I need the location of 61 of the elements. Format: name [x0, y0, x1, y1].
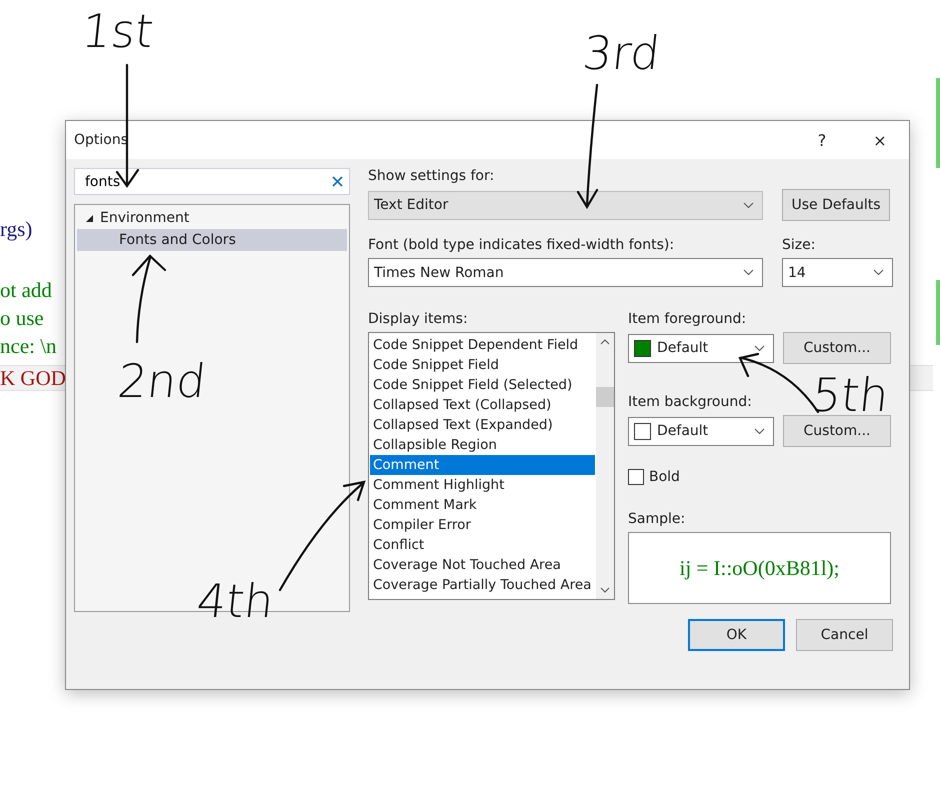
- code-text: nce: \n: [0, 334, 57, 358]
- list-item[interactable]: Comment Mark: [370, 495, 595, 515]
- code-text: K GOD: [0, 366, 66, 390]
- help-button[interactable]: ?: [793, 121, 851, 159]
- close-button[interactable]: ×: [851, 121, 909, 159]
- list-item[interactable]: Code Snippet Field: [370, 355, 595, 375]
- tree-item[interactable]: Environment: [77, 207, 347, 229]
- list-item[interactable]: Code Snippet Dependent Field: [370, 335, 595, 355]
- custom-button[interactable]: Custom...: [783, 332, 891, 364]
- list-item[interactable]: Code Snippet Field (Selected): [370, 375, 595, 395]
- chevron-down-icon: [743, 202, 754, 208]
- code-text: o use: [0, 306, 44, 330]
- list-item[interactable]: Collapsible Region: [370, 435, 595, 455]
- field-label: Item background:: [628, 394, 753, 410]
- size-dropdown[interactable]: 14: [782, 258, 893, 287]
- list-item[interactable]: Collapsed Text (Expanded): [370, 415, 595, 435]
- field-label: Item foreground:: [628, 311, 748, 327]
- list-item[interactable]: Comment: [370, 455, 595, 475]
- handwritten-label: 3rd: [580, 30, 662, 76]
- search-box[interactable]: fonts: [74, 168, 350, 195]
- checkbox-label: Bold: [649, 469, 680, 485]
- handwritten-label: 5th: [810, 372, 891, 418]
- list-item[interactable]: Coverage Partially Touched Area: [370, 575, 595, 595]
- sample-text: ij = I::oO(0xB81l);: [679, 556, 840, 580]
- expanded-triangle-icon[interactable]: [85, 214, 94, 222]
- list-item[interactable]: Comment Highlight: [370, 475, 595, 495]
- chevron-down-icon: [873, 269, 884, 276]
- chevron-down-icon: [754, 428, 765, 434]
- cancel-button[interactable]: Cancel: [796, 619, 893, 651]
- scroll-thumb[interactable]: [596, 387, 614, 407]
- field-label: Font (bold type indicates fixed-width fonts):: [368, 237, 676, 253]
- list-item[interactable]: Conflict: [370, 535, 595, 555]
- scroll-up-icon[interactable]: [600, 339, 610, 345]
- code-text: ot add: [0, 278, 52, 302]
- bold-checkbox[interactable]: [628, 469, 644, 485]
- use-defaults-button[interactable]: Use Defaults: [782, 189, 890, 221]
- handwritten-label: 2nd: [116, 358, 208, 404]
- ok-button[interactable]: OK: [688, 619, 785, 651]
- search-field[interactable]: fonts: [83, 172, 332, 190]
- foreground-dropdown[interactable]: Default: [628, 334, 774, 362]
- tree-item[interactable]: Fonts and Colors: [77, 229, 347, 251]
- code-text: rgs): [0, 216, 32, 242]
- scroll-down-icon[interactable]: [600, 587, 610, 593]
- list-item[interactable]: Compiler Error: [370, 515, 595, 535]
- window-title: Options: [74, 132, 130, 148]
- handwritten-label: 1st: [80, 8, 156, 54]
- scrollbar[interactable]: [596, 333, 614, 599]
- settings-dropdown[interactable]: Text Editor: [368, 190, 763, 220]
- field-label: Sample:: [628, 511, 686, 527]
- clear-icon[interactable]: [332, 176, 343, 187]
- field-label: Display items:: [368, 311, 469, 327]
- list-item[interactable]: Coverage Not Touched Area: [370, 555, 595, 575]
- list-item[interactable]: Collapsed Text (Collapsed): [370, 395, 595, 415]
- custom-button[interactable]: Custom...: [783, 415, 891, 447]
- chevron-down-icon: [743, 269, 754, 276]
- field-label: Show settings for:: [368, 168, 496, 184]
- chevron-down-icon: [754, 344, 765, 352]
- background-dropdown[interactable]: Default: [628, 416, 774, 446]
- field-label: Size:: [782, 237, 816, 253]
- font-dropdown[interactable]: Times New Roman: [368, 258, 763, 287]
- handwritten-label: 4th: [194, 578, 276, 624]
